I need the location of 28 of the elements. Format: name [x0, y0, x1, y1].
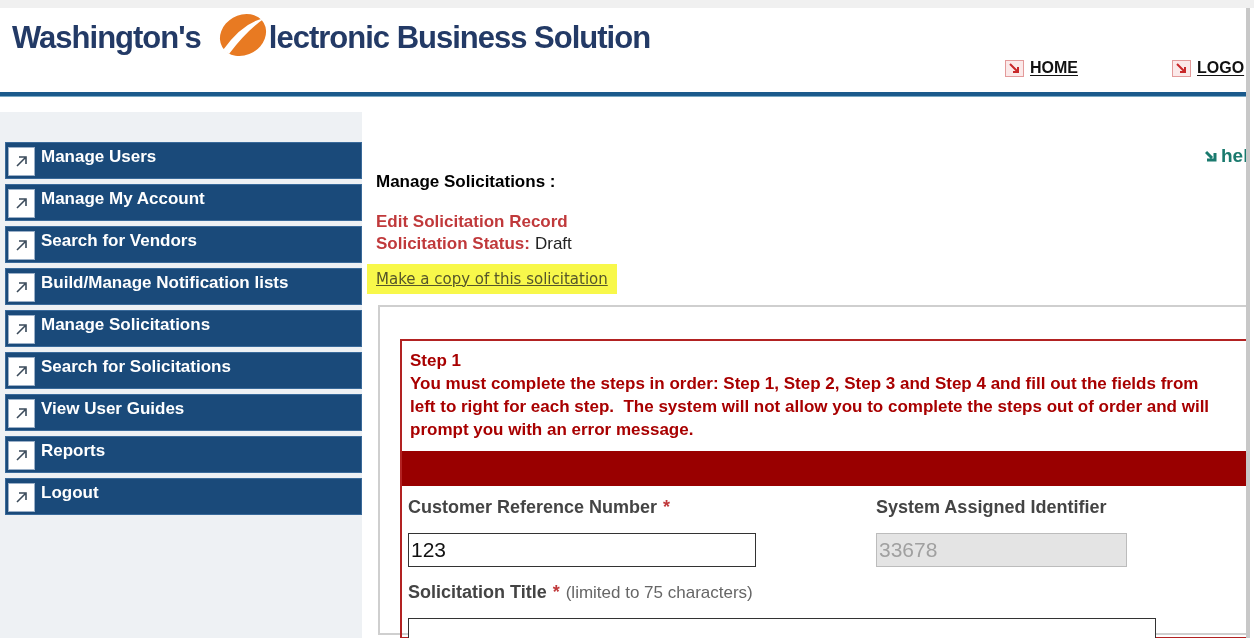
field-label: Customer Reference Number	[408, 496, 658, 519]
status-label: Solicitation Status:	[376, 232, 530, 255]
sidebar-item[interactable]: Search for Vendors	[5, 226, 362, 263]
logo-text: Washington's	[12, 21, 201, 53]
nav-link[interactable]: LOGO	[1172, 56, 1245, 80]
sidebar-item[interactable]: Manage Solicitations	[5, 310, 362, 347]
step-title: Step 1	[410, 350, 463, 372]
status-value: Draft	[534, 232, 572, 255]
sidebar-item[interactable]: Manage My Account	[5, 184, 362, 221]
logo-text: lectronic Business Solution	[268, 21, 651, 53]
field-hint: (limited to 75 characters)	[565, 582, 753, 604]
sidebar-item[interactable]: Logout	[5, 478, 362, 515]
page-subheading: Edit Solicitation Record	[376, 210, 569, 233]
sidebar-item[interactable]: Manage Users	[5, 142, 362, 179]
page-heading: Manage Solicitations :	[376, 171, 557, 193]
sidebar-item[interactable]: View User Guides	[5, 394, 362, 431]
nav-link[interactable]: HOME	[1005, 56, 1078, 80]
required-mark: *	[552, 581, 560, 604]
input-field[interactable]: 123	[408, 533, 756, 567]
sidebar-item[interactable]: Reports	[5, 436, 362, 473]
sidebar-item[interactable]: Search for Solicitations	[5, 352, 362, 389]
required-mark: *	[663, 496, 671, 519]
field-label: Solicitation Title	[408, 581, 547, 604]
field-label: System Assigned Identifier	[876, 496, 1107, 519]
arrow-icon	[1205, 150, 1217, 163]
step-instructions: You must complete the steps in order: Step 1, Step 2, Step 3 and Step 4 and fill out the fields from left to right for each step. The system will not allow you to complete the steps out of order and will prompt you with an error message.	[410, 373, 1211, 441]
copy-link[interactable]: Make a copy of this solicitation	[367, 263, 617, 294]
sidebar-item[interactable]: Build/Manage Notification lists	[5, 268, 362, 305]
